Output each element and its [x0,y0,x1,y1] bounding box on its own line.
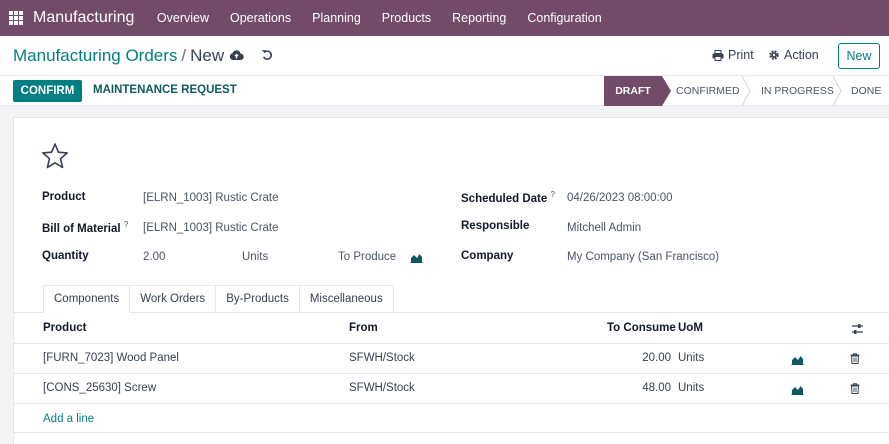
row1-to-consume[interactable]: 20.00 [614,352,671,364]
company-field[interactable]: My Company (San Francisco) [567,251,719,263]
new-button[interactable]: New [838,43,880,69]
scheduled-date-label-text: Scheduled Date [461,192,548,205]
breadcrumb: Manufacturing Orders / New [13,46,224,66]
app-name[interactable]: Manufacturing [33,9,134,27]
row2-from[interactable]: SFWH/Stock [349,382,415,394]
control-panel: Manufacturing Orders / New Print Action Ne… [0,36,889,76]
star-priority-icon[interactable] [41,142,69,170]
print-label: Print [728,48,754,62]
stage-chevron [741,76,751,106]
top-navbar: Manufacturing Overview Operations Planni… [0,0,889,36]
delete-trash-icon[interactable] [850,353,860,364]
to-produce-label: To Produce [338,251,397,263]
row-divider [14,403,889,404]
nav-overview[interactable]: Overview [146,11,219,25]
breadcrumb-parent[interactable]: Manufacturing Orders [13,46,177,65]
stage-done[interactable]: DONE [851,76,881,106]
scheduled-date-field[interactable]: 04/26/2023 08:00:00 [567,192,673,204]
form-sheet: Product [ELRN_1003] Rustic Crate Bill of… [13,117,889,444]
delete-trash-icon[interactable] [850,383,860,394]
row2-product[interactable]: [CONS_25630] Screw [43,382,156,394]
help-tooltip-mark[interactable]: ? [550,190,554,199]
nav-reporting[interactable]: Reporting [442,11,517,25]
company-label: Company [461,250,514,262]
printer-icon [712,49,724,61]
save-cloud-icon[interactable] [229,49,244,61]
add-line-link[interactable]: Add a line [43,413,94,425]
print-button[interactable]: Print [712,48,754,62]
bom-label-text: Bill of Material [42,222,121,235]
stage-draft[interactable]: DRAFT [604,76,671,106]
notebook-tabs: Components Work Orders By-Products Misce… [43,285,394,313]
forecast-chart-icon[interactable] [791,384,804,395]
help-tooltip-mark[interactable]: ? [124,220,128,229]
apps-menu-icon[interactable] [9,11,23,25]
row1-product[interactable]: [FURN_7023] Wood Panel [43,352,179,364]
responsible-field[interactable]: Mitchell Admin [567,222,641,234]
col-header-to-consume[interactable]: To Consume [607,322,676,334]
gear-icon [769,50,779,60]
product-field[interactable]: [ELRN_1003] Rustic Crate [143,192,279,204]
quantity-field[interactable]: 2.00 [143,251,165,263]
nav-products[interactable]: Products [371,11,441,25]
nav-planning[interactable]: Planning [302,11,372,25]
col-header-uom[interactable]: UoM [678,322,703,334]
bom-field[interactable]: [ELRN_1003] Rustic Crate [143,222,279,234]
row2-to-consume[interactable]: 48.00 [614,382,671,394]
tab-work-orders[interactable]: Work Orders [130,285,217,313]
confirm-button[interactable]: CONFIRM [13,80,82,102]
row2-uom[interactable]: Units [678,382,704,394]
maintenance-request-button[interactable]: MAINTENANCE REQUEST [93,84,237,96]
tab-components[interactable]: Components [43,285,131,313]
tab-miscellaneous[interactable]: Miscellaneous [299,285,394,313]
responsible-label: Responsible [461,220,530,232]
forecast-chart-icon[interactable] [791,354,804,365]
statusbar-row: CONFIRM MAINTENANCE REQUEST DRAFT CONFIR… [0,76,889,106]
row-divider [14,373,889,374]
row-divider [14,432,889,433]
product-label: Product [42,191,86,203]
quantity-uom[interactable]: Units [242,251,268,263]
stage-confirmed[interactable]: CONFIRMED [676,76,740,106]
row1-uom[interactable]: Units [678,352,704,364]
col-header-product[interactable]: Product [43,322,86,334]
nav-operations[interactable]: Operations [219,11,301,25]
col-header-from[interactable]: From [349,322,378,334]
action-label: Action [784,48,819,62]
bom-label: Bill of Material ? [42,220,128,235]
scheduled-date-label: Scheduled Date ? [461,190,555,205]
tab-by-products[interactable]: By-Products [216,285,300,313]
action-button[interactable]: Action [768,48,819,62]
stage-chevron [832,76,842,106]
column-settings-sliders-icon[interactable] [851,323,864,335]
nav-configuration[interactable]: Configuration [517,11,612,25]
breadcrumb-current: New [190,46,225,65]
row1-from[interactable]: SFWH/Stock [349,352,415,364]
breadcrumb-separator: / [181,46,187,65]
stage-in-progress[interactable]: IN PROGRESS [761,76,834,106]
quantity-label: Quantity [42,250,89,262]
forecast-chart-icon[interactable] [410,252,423,263]
discard-undo-icon[interactable] [261,48,274,61]
row-divider [14,343,889,344]
